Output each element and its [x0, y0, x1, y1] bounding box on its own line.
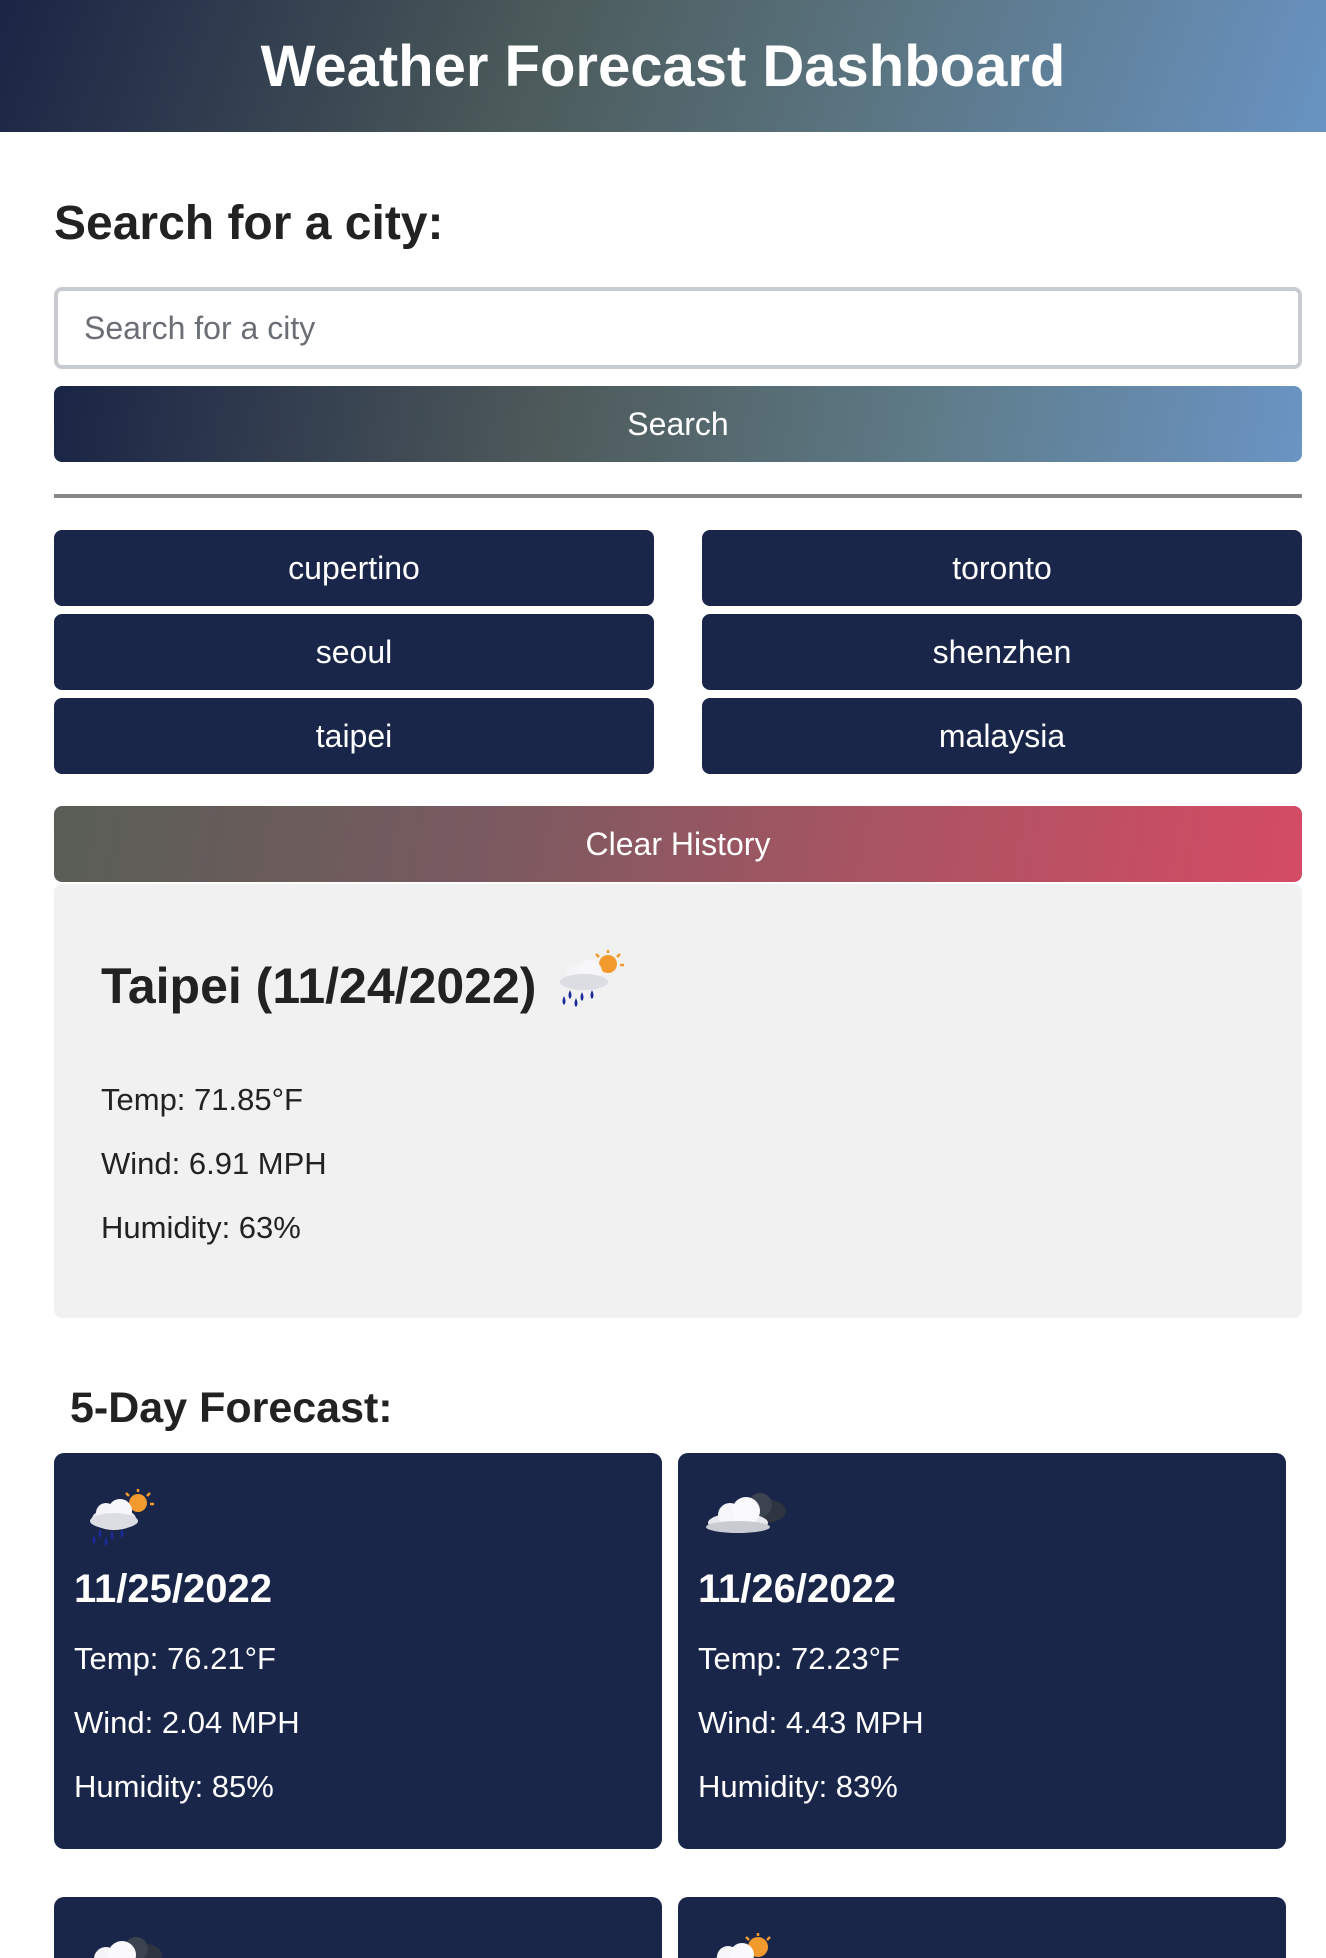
rain-sun-icon — [550, 950, 628, 1022]
forecast-card: 11/25/2022 Temp: 76.21°F Wind: 2.04 MPH … — [54, 1453, 662, 1849]
forecast-card — [54, 1897, 662, 1958]
forecast-date: 11/26/2022 — [698, 1567, 896, 1611]
app-title: Weather Forecast Dashboard — [260, 33, 1066, 99]
divider — [54, 494, 1302, 498]
current-humidity: Humidity: 63% — [101, 1210, 301, 1245]
history-item-cupertino[interactable]: cupertino — [54, 530, 654, 606]
forecast-temp: Temp: 72.23°F — [698, 1641, 900, 1676]
history-item-toronto[interactable]: toronto — [702, 530, 1302, 606]
history-item-shenzhen[interactable]: shenzhen — [702, 614, 1302, 690]
app-header: Weather Forecast Dashboard — [0, 0, 1326, 132]
forecast-card: 11/26/2022 Temp: 72.23°F Wind: 4.43 MPH … — [678, 1453, 1286, 1849]
history-item-seoul[interactable]: seoul — [54, 614, 654, 690]
forecast-wind: Wind: 4.43 MPH — [698, 1705, 924, 1740]
forecast-wind: Wind: 2.04 MPH — [74, 1705, 300, 1740]
current-temp: Temp: 71.85°F — [101, 1082, 303, 1117]
search-input[interactable] — [54, 287, 1302, 369]
current-wind: Wind: 6.91 MPH — [101, 1146, 327, 1181]
cloud-icon — [80, 1933, 168, 1958]
search-button[interactable]: Search — [54, 386, 1302, 462]
rain-sun-icon — [80, 1489, 158, 1554]
history-item-malaysia[interactable]: malaysia — [702, 698, 1302, 774]
clear-history-button[interactable]: Clear History — [54, 806, 1302, 882]
current-city-date: Taipei (11/24/2022) — [101, 958, 537, 1014]
forecast-card — [678, 1897, 1286, 1958]
current-weather-title: Taipei (11/24/2022) — [101, 950, 628, 1022]
sun-cloud-icon — [704, 1933, 792, 1958]
current-weather-card: Taipei (11/24/2022) Temp: 71.85°F Wind: … — [54, 884, 1302, 1318]
forecast-humidity: Humidity: 83% — [698, 1769, 898, 1804]
cloud-icon — [704, 1489, 792, 1544]
search-heading: Search for a city: — [54, 197, 444, 250]
forecast-date: 11/25/2022 — [74, 1567, 272, 1611]
forecast-temp: Temp: 76.21°F — [74, 1641, 276, 1676]
search-history: cupertino toronto seoul shenzhen taipei … — [54, 530, 1302, 774]
forecast-heading: 5-Day Forecast: — [70, 1384, 393, 1432]
history-item-taipei[interactable]: taipei — [54, 698, 654, 774]
forecast-humidity: Humidity: 85% — [74, 1769, 274, 1804]
